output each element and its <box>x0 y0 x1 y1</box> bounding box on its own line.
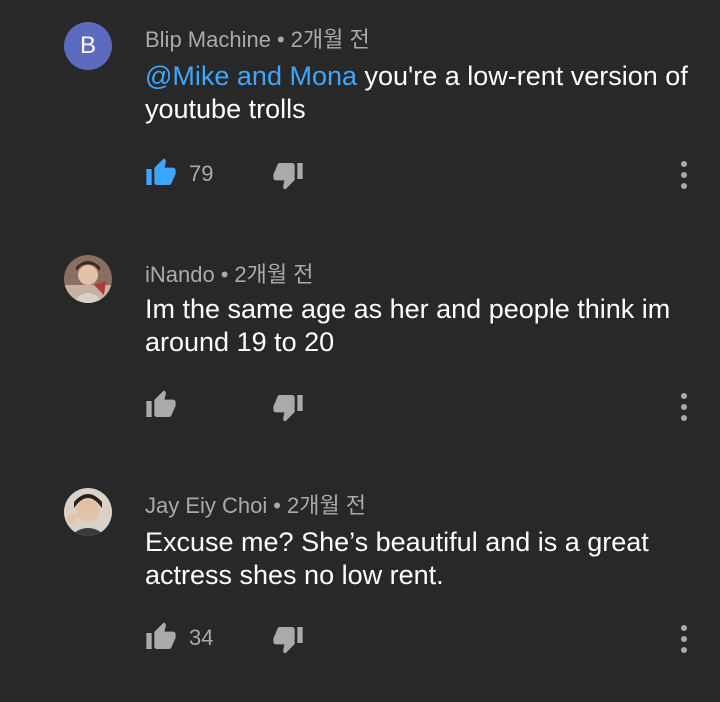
comment-text: Excuse me? She’s beautiful and is a grea… <box>145 527 649 590</box>
thumbs-up-icon <box>146 622 176 649</box>
more-menu-button[interactable] <box>676 390 692 424</box>
comment-meta: iNando • 2개월 전 <box>145 257 314 289</box>
avatar[interactable] <box>64 488 112 536</box>
avatar-image <box>64 255 112 303</box>
dislike-button[interactable] <box>272 159 304 191</box>
comment-time: 2개월 전 <box>234 262 314 287</box>
like-button[interactable] <box>145 389 177 421</box>
thumbs-down-icon <box>273 395 303 422</box>
like-count: 34 <box>189 625 214 650</box>
comment-actions: 79 <box>145 157 325 193</box>
mention-link[interactable]: @Mike and Mona <box>145 61 357 91</box>
comment-time: 2개월 전 <box>286 493 367 518</box>
author-name[interactable]: Jay Eiy Choi <box>145 493 267 518</box>
comment-time: 2개월 전 <box>290 27 370 52</box>
comment-meta: Jay Eiy Choi • 2개월 전 <box>145 488 366 520</box>
author-name[interactable]: Blip Machine <box>145 27 271 52</box>
comment: Jay Eiy Choi • 2개월 전 Excuse me? She’s beau… <box>0 466 720 699</box>
comment-text: @Mike and Mona you're a low-rent version… <box>145 60 690 126</box>
more-menu-button[interactable] <box>676 158 692 192</box>
comment-actions <box>145 389 325 425</box>
avatar-letter: B <box>79 32 96 59</box>
avatar[interactable]: B <box>64 22 112 70</box>
dislike-button[interactable] <box>272 623 304 655</box>
thumbs-up-icon <box>146 158 176 185</box>
thumbs-up-icon <box>146 390 176 417</box>
avatar-image <box>64 488 112 536</box>
meta-separator: • <box>220 262 229 287</box>
comment-actions: 34 <box>145 621 325 657</box>
like-button[interactable] <box>145 157 177 189</box>
author-name[interactable]: iNando <box>145 262 215 287</box>
like-count: 79 <box>189 161 214 186</box>
comment-text: Im the same age as her and people think … <box>145 294 671 357</box>
comment: B Blip Machine • 2개월 전 @Mike and Mona you'… <box>0 0 720 233</box>
comment-meta: Blip Machine • 2개월 전 <box>145 22 370 54</box>
meta-separator: • <box>276 27 285 52</box>
more-menu-button[interactable] <box>676 622 692 656</box>
comment: iNando • 2개월 전 Im the same age as her and … <box>0 233 720 466</box>
avatar[interactable] <box>64 255 112 303</box>
like-button[interactable] <box>145 621 177 653</box>
dislike-button[interactable] <box>272 391 304 423</box>
meta-separator: • <box>273 493 281 518</box>
thumbs-down-icon <box>273 163 303 190</box>
thumbs-down-icon <box>273 627 303 654</box>
